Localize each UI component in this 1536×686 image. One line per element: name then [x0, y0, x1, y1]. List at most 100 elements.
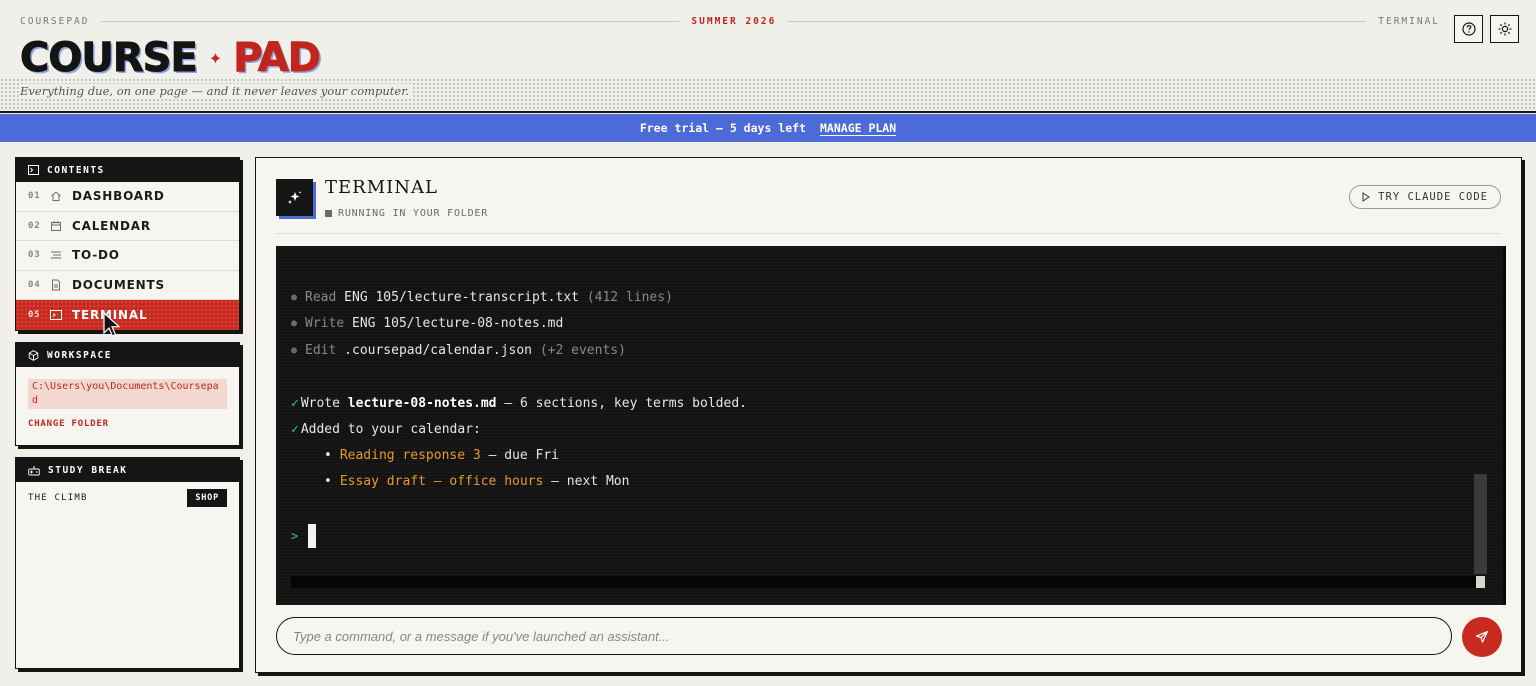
- terminal-prompt[interactable]: >: [291, 524, 317, 548]
- contents-title: CONTENTS: [47, 164, 105, 176]
- bullet-dot-icon: ●: [291, 292, 298, 303]
- terminal-line: ✓ Added to your calendar:: [291, 422, 481, 437]
- workspace-panel: WORKSPACE C:\Users\you\Documents\Coursep…: [15, 342, 240, 446]
- terminal-line: • Essay draft — office hours — next Mon: [324, 474, 629, 489]
- command-placeholder: Type a command, or a message if you've l…: [293, 628, 670, 644]
- gamepad-icon: [28, 465, 40, 475]
- check-icon: ✓: [291, 396, 299, 411]
- nav-item-calendar[interactable]: 02 CALENDAR: [16, 212, 239, 241]
- document-icon: [52, 279, 60, 291]
- terminal-line: ● Read ENG 105/lecture-transcript.txt (4…: [291, 290, 673, 305]
- nav-label: CALENDAR: [72, 218, 151, 233]
- scrollbar-corner: [1476, 576, 1485, 588]
- cube-icon: [28, 349, 39, 361]
- line-verb: Read: [305, 290, 337, 305]
- study-break-title: STUDY BREAK: [48, 464, 128, 476]
- nav-number: 05: [28, 309, 41, 320]
- nav-label: DOCUMENTS: [72, 277, 165, 292]
- nav-number: 02: [28, 220, 41, 231]
- line-path: ENG 105/lecture-transcript.txt: [344, 290, 579, 305]
- terminal-line: ● Edit .coursepad/calendar.json (+2 even…: [291, 343, 626, 358]
- logo-word-pad: PAD: [233, 35, 322, 82]
- help-button[interactable]: [1454, 15, 1483, 43]
- nav-number: 04: [28, 279, 41, 290]
- sparkle-badge: [276, 179, 313, 216]
- line-meta: (412 lines): [586, 290, 673, 305]
- tagline: Everything due, on one page — and it nev…: [20, 84, 414, 98]
- trial-banner: Free trial — 5 days left MANAGE PLAN: [0, 114, 1536, 142]
- send-button[interactable]: [1462, 617, 1502, 657]
- send-icon: [1475, 630, 1489, 643]
- command-input[interactable]: Type a command, or a message if you've l…: [276, 617, 1452, 655]
- terminal-panel: TERMINAL RUNNING IN YOUR FOLDER TRY CLAU…: [255, 157, 1522, 673]
- nav-item-documents[interactable]: 04 DOCUMENTS: [16, 271, 239, 300]
- prompt-caret: >: [291, 529, 299, 543]
- vertical-scrollbar[interactable]: [1474, 474, 1487, 574]
- line-verb: Edit: [305, 343, 337, 358]
- play-icon: [1362, 192, 1371, 202]
- bullet-icon: •: [324, 448, 332, 463]
- top-rule-row: COURSEPAD SUMMER 2026 TERMINAL: [20, 14, 1440, 28]
- nav-item-dashboard[interactable]: 01 DASHBOARD: [16, 182, 239, 212]
- line-path: .coursepad/calendar.json: [344, 343, 533, 358]
- mouse-cursor-icon: [103, 312, 121, 337]
- event-due: — due Fri: [480, 448, 559, 463]
- logo: COURSE ✦ PAD: [20, 35, 322, 82]
- nav-label: DASHBOARD: [72, 189, 165, 204]
- event-name: Essay draft — office hours: [339, 474, 544, 489]
- theme-toggle-button[interactable]: [1490, 15, 1519, 43]
- nav-number: 03: [28, 250, 41, 261]
- sparkles-icon: [287, 190, 301, 204]
- terminal-output[interactable]: ● Read ENG 105/lecture-transcript.txt (4…: [276, 246, 1506, 605]
- line-text: — 6 sections, key terms bolded.: [496, 396, 747, 411]
- terminal-line: • Reading response 3 — due Fri: [324, 448, 559, 463]
- sun-icon: [1498, 22, 1511, 36]
- study-break-row: THE CLIMB SHOP: [16, 482, 239, 507]
- terminal-small-icon: [28, 165, 39, 175]
- calendar-icon: [51, 220, 61, 231]
- nav-item-terminal[interactable]: 05 TERMINAL: [16, 300, 239, 330]
- bullet-dot-icon: ●: [291, 318, 298, 329]
- line-text: Wrote: [300, 396, 348, 411]
- trial-text: Free trial — 5 days left: [639, 121, 806, 135]
- nav-item-todo[interactable]: 03 TO-DO: [16, 241, 239, 271]
- bullet-icon: •: [324, 474, 332, 489]
- line-meta: (+2 events): [539, 343, 626, 358]
- page-title: TERMINAL: [325, 177, 438, 198]
- header-divider: [0, 111, 1536, 113]
- status-square-icon: [325, 210, 332, 217]
- contents-header: CONTENTS: [16, 158, 239, 182]
- event-due: — next Mon: [543, 474, 630, 489]
- list-icon: [51, 251, 61, 259]
- shop-button[interactable]: SHOP: [187, 489, 227, 507]
- terminal-line: ✓ Wrote lecture-08-notes.md — 6 sections…: [291, 396, 747, 411]
- contents-panel: CONTENTS 01 DASHBOARD 02 CALENDAR 03 TO-…: [15, 157, 240, 331]
- text-cursor: [308, 524, 317, 548]
- change-folder-link[interactable]: CHANGE FOLDER: [28, 419, 227, 429]
- logo-word-course: COURSE: [20, 35, 199, 82]
- terminal-icon: [50, 309, 62, 320]
- study-break-header: STUDY BREAK: [16, 458, 239, 482]
- workspace-title: WORKSPACE: [47, 349, 112, 361]
- help-circle-icon: [1461, 22, 1476, 36]
- terminal-line: ● Write ENG 105/lecture-08-notes.md: [291, 316, 563, 331]
- line-verb: Write: [305, 316, 345, 331]
- home-icon: [51, 191, 61, 202]
- section-label: TERMINAL: [1378, 15, 1441, 27]
- brand-small: COURSEPAD: [20, 15, 90, 27]
- horizontal-scrollbar[interactable]: [291, 576, 1485, 588]
- season-label: SUMMER 2026: [691, 15, 777, 27]
- rule-line: [101, 20, 680, 22]
- try-claude-code-button[interactable]: TRY CLAUDE CODE: [1349, 185, 1501, 209]
- line-file: lecture-08-notes.md: [347, 396, 497, 411]
- line-path: ENG 105/lecture-08-notes.md: [352, 316, 564, 331]
- nav-label: TO-DO: [72, 248, 120, 263]
- workspace-header: WORKSPACE: [16, 343, 239, 367]
- study-break-panel: STUDY BREAK THE CLIMB SHOP: [15, 457, 240, 669]
- logo-star-icon: ✦: [208, 48, 222, 68]
- manage-plan-link[interactable]: MANAGE PLAN: [820, 121, 896, 135]
- event-name: Reading response 3: [339, 448, 481, 463]
- bullet-dot-icon: ●: [291, 345, 298, 356]
- nav-number: 01: [28, 191, 41, 202]
- line-text: Added to your calendar:: [300, 422, 481, 437]
